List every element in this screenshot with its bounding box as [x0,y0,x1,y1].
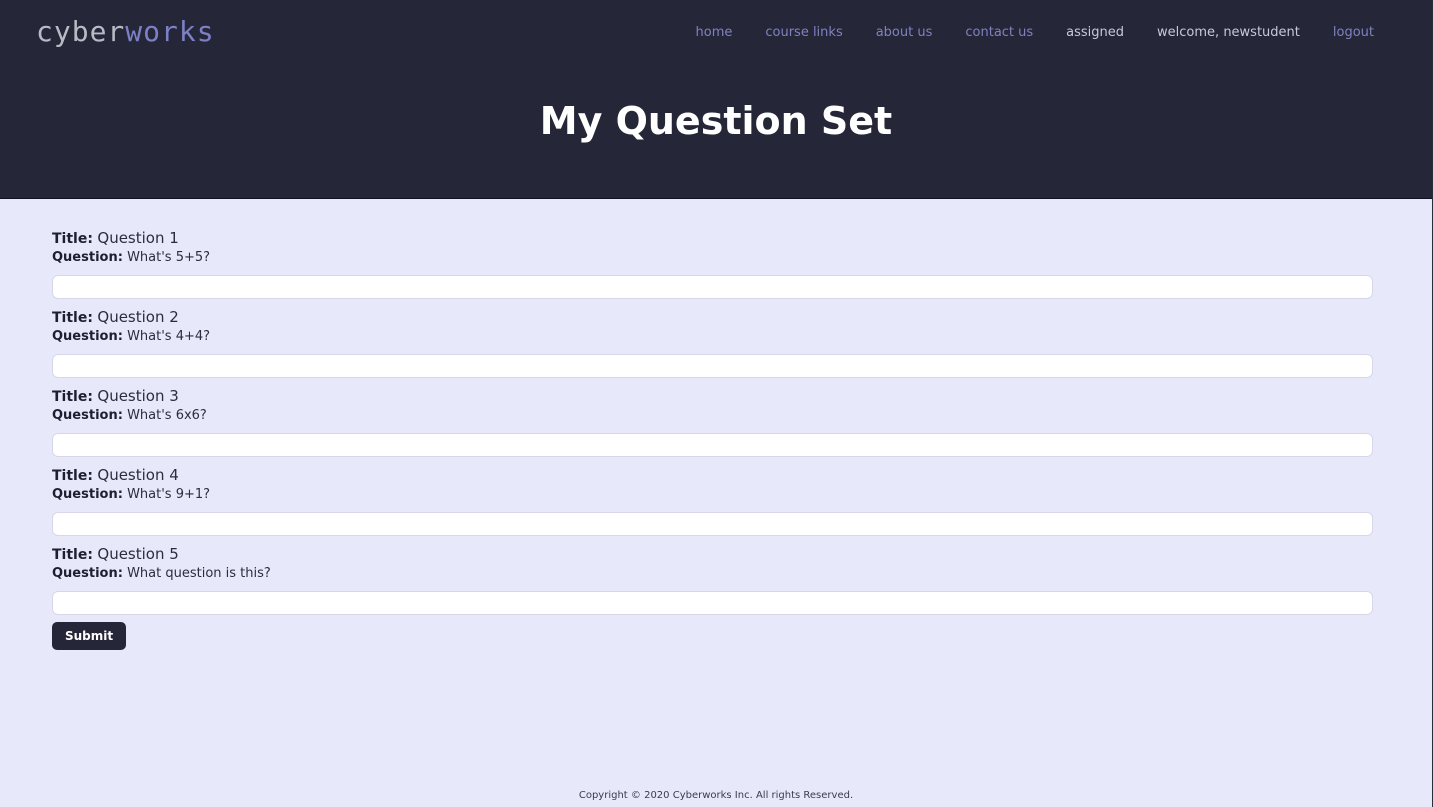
site-header: cyberworks home course links about us co… [0,0,1432,199]
question-text: What's 6x6? [127,408,207,423]
question-item: Title: Question 2 Question: What's 4+4? [52,306,1373,378]
title-label: Title: [52,547,93,563]
nav-contact-us[interactable]: contact us [965,24,1033,42]
question-title-line: Title: Question 1 [52,227,1372,249]
question-title: Question 1 [97,229,179,247]
question-text: What's 5+5? [127,250,211,265]
question-title: Question 2 [97,308,179,326]
question-title-line: Title: Question 2 [52,306,1372,328]
question-title-line: Title: Question 5 [52,543,1372,565]
footer-copyright: Copyright © 2020 Cyberworks Inc. All rig… [578,790,854,801]
question-text-line: Question: What's 9+1? [52,486,1372,504]
question-text-line: Question: What's 4+4? [52,328,1372,346]
answer-input-1[interactable] [52,275,1373,299]
question-item: Title: Question 1 Question: What's 5+5? [52,227,1373,299]
nav-assigned[interactable]: assigned [1066,24,1124,42]
question-title-line: Title: Question 4 [52,464,1372,486]
question-title: Question 4 [97,466,179,484]
question-item: Title: Question 3 Question: What's 6x6? [52,385,1373,457]
title-label: Title: [52,389,93,405]
question-text: What question is this? [127,566,271,581]
nav-course-links[interactable]: course links [765,24,842,42]
submit-button[interactable]: Submit [52,622,127,650]
question-text: What's 4+4? [127,329,211,344]
page-title: My Question Set [539,99,893,143]
question-label: Question: [52,566,123,581]
nav-home[interactable]: home [696,24,733,42]
question-label: Question: [52,487,123,502]
question-label: Question: [52,250,123,265]
question-form: Title: Question 1 Question: What's 5+5? … [0,199,1432,650]
logo-text-cyber: cyber [36,15,126,48]
answer-input-3[interactable] [52,433,1373,457]
question-label: Question: [52,408,123,423]
question-text: What's 9+1? [127,487,211,502]
answer-input-4[interactable] [52,512,1373,536]
title-label: Title: [52,310,93,326]
answer-input-5[interactable] [52,591,1373,615]
answer-input-2[interactable] [52,354,1373,378]
main-nav: home course links about us contact us as… [663,24,1375,42]
title-label: Title: [52,468,93,484]
cyberworks-logo[interactable]: cyberworks [36,16,215,48]
question-text-line: Question: What's 5+5? [52,249,1372,267]
nav-about-us[interactable]: about us [876,24,933,42]
logo-text-works: works [125,15,215,48]
question-text-line: Question: What question is this? [52,565,1372,583]
question-item: Title: Question 5 Question: What questio… [52,543,1373,615]
question-label: Question: [52,329,123,344]
title-label: Title: [52,231,93,247]
question-item: Title: Question 4 Question: What's 9+1? [52,464,1373,536]
question-title: Question 3 [97,387,179,405]
nav-welcome-user[interactable]: welcome, newstudent [1157,24,1300,42]
question-text-line: Question: What's 6x6? [52,407,1372,425]
question-title-line: Title: Question 3 [52,385,1372,407]
nav-logout[interactable]: logout [1333,24,1374,42]
question-title: Question 5 [97,545,179,563]
